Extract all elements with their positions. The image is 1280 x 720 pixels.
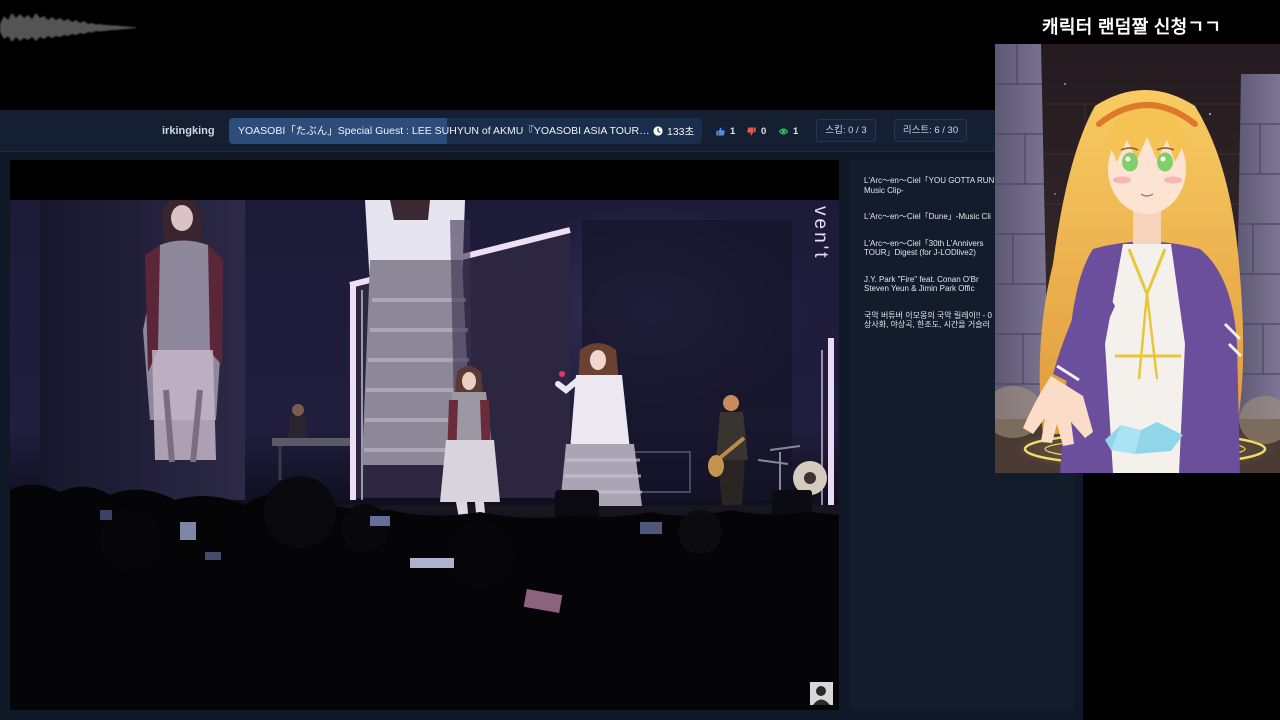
video-frame-text: ven't xyxy=(810,206,831,261)
dislike-count: 0 xyxy=(761,125,767,137)
eye-icon xyxy=(779,127,788,136)
like-count: 1 xyxy=(730,125,736,137)
character-image xyxy=(995,44,1280,473)
clock-icon xyxy=(653,126,663,136)
audio-waveform xyxy=(0,13,136,42)
skip-counter[interactable]: 스킵: 0 / 3 xyxy=(816,119,876,142)
now-playing-title: YOASOBI「たぶん」Special Guest : LEE SUHYUN o… xyxy=(238,125,650,137)
remaining-time-label: 133초 xyxy=(667,125,695,138)
thumbs-up-icon xyxy=(716,127,725,136)
microphone-icon xyxy=(559,371,565,377)
username: irkingking xyxy=(162,125,215,137)
dislike-button[interactable]: 0 xyxy=(747,110,766,152)
remaining-time: 133초 xyxy=(653,118,694,144)
video-frame: ven't xyxy=(10,160,839,710)
led-screen-left xyxy=(40,200,245,500)
channel-avatar xyxy=(810,682,833,705)
overlay-title: 캐릭터 랜덤짤 신청ㄱㄱ xyxy=(1042,17,1222,37)
letterbox-top xyxy=(10,160,839,200)
like-button[interactable]: 1 xyxy=(716,110,735,152)
video-player[interactable]: ven't xyxy=(10,160,839,710)
viewer-count-label: 1 xyxy=(793,125,799,137)
thumbs-down-icon xyxy=(747,126,756,136)
now-playing-bar: irkingking YOASOBI「たぶん」Special Guest : L… xyxy=(0,110,1083,152)
playlist-counter[interactable]: 리스트: 6 / 30 xyxy=(894,119,967,142)
music-request-app: irkingking YOASOBI「たぶん」Special Guest : L… xyxy=(0,110,1083,720)
viewer-count: 1 xyxy=(779,110,798,152)
now-playing-pill[interactable]: YOASOBI「たぶん」Special Guest : LEE SUHYUN o… xyxy=(229,118,702,144)
